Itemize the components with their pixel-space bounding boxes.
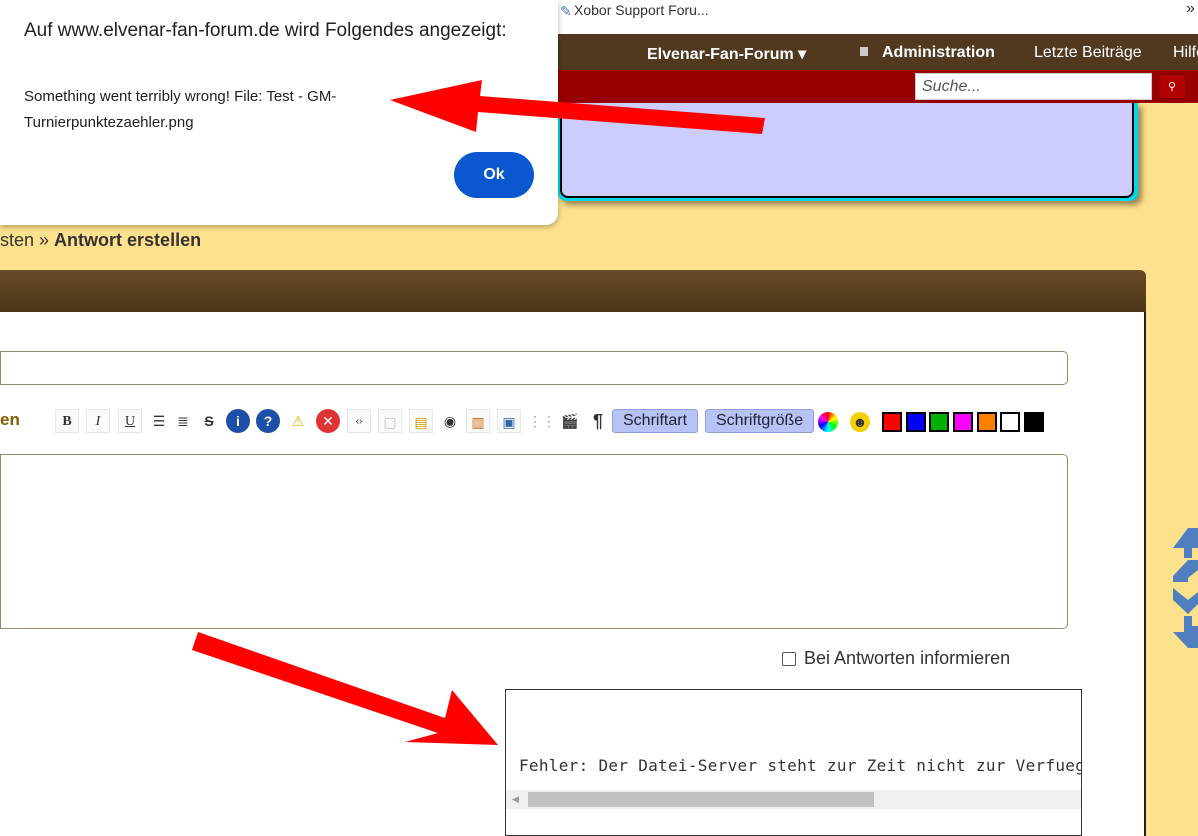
tab-overflow-button[interactable]: » [1186,0,1195,18]
font-size-button[interactable]: Schriftgröße [705,409,815,433]
subject-input[interactable] [0,351,1068,385]
table-icon[interactable]: ⋮⋮ [528,409,556,433]
alert-dialog: Auf www.elvenar-fan-forum.de wird Folgen… [0,0,558,225]
color-swatch-white[interactable] [1000,412,1020,432]
strikethrough-icon[interactable]: S [197,409,221,433]
nav-administration[interactable]: Administration [882,44,995,62]
notify-checkbox[interactable] [782,651,796,666]
panel-header [0,270,1146,312]
breadcrumb-prev[interactable]: sten [0,230,34,250]
notify-checkbox-row[interactable]: Bei Antworten informieren [782,648,1010,669]
color-picker-icon[interactable] [818,412,838,432]
nav-help[interactable]: Hilfe [1173,44,1198,62]
color-swatch-green[interactable] [929,412,949,432]
italic-button[interactable]: I [86,409,110,433]
quote-icon[interactable]: ▢ [378,409,402,433]
paragraph-icon[interactable]: ¶ [586,409,610,433]
header-banner [558,103,1138,201]
message-textarea[interactable] [0,454,1068,629]
upload-frame: Fehler: Der Datei-Server steht zur Zeit … [505,689,1082,836]
horizontal-scrollbar[interactable]: ◀ [506,790,1081,809]
bold-button[interactable]: B [55,409,79,433]
warning-icon[interactable]: ⚠ [286,409,310,433]
smiley-icon[interactable]: ☻ [850,412,870,432]
color-swatch-blue[interactable] [906,412,926,432]
align-icon[interactable]: ≣ [171,409,195,433]
font-button[interactable]: Schriftart [612,409,699,433]
browser-tab-bar: ✎ Xobor Support Foru... » [558,0,1198,34]
ok-button[interactable]: Ok [454,152,534,198]
video-icon[interactable]: 🎬 [558,409,582,433]
scroll-down-icon[interactable] [1173,588,1198,614]
preview-icon[interactable]: ◉ [438,409,462,433]
breadcrumb-current: Antwort erstellen [54,230,202,250]
nav-latest-posts[interactable]: Letzte Beiträge [1034,44,1142,62]
scroll-top-icon[interactable] [1173,528,1198,558]
scrollbar-thumb[interactable] [528,792,874,807]
image-icon[interactable]: ▣ [497,409,521,433]
dialog-title: Auf www.elvenar-fan-forum.de wird Folgen… [24,20,507,41]
toolbar-label: en [0,410,20,429]
attachment-icon[interactable]: ▥ [466,409,490,433]
error-icon[interactable]: ✕ [316,409,340,433]
scroll-bottom-icon[interactable] [1173,616,1198,648]
admin-icon [860,47,868,56]
color-swatch-orange[interactable] [977,412,997,432]
spoiler-icon[interactable]: ▤ [409,409,433,433]
underline-button[interactable]: U [118,409,142,433]
breadcrumb: sten » Antwort erstellen [0,230,201,251]
browser-tab[interactable]: Xobor Support Foru... [574,2,709,18]
tab-favicon-icon: ✎ [560,3,572,19]
color-swatch-red[interactable] [882,412,902,432]
notify-label: Bei Antworten informieren [804,648,1011,668]
dialog-message: Something went terribly wrong! File: Tes… [24,88,337,131]
search-icon: ⚲ [1167,81,1177,93]
question-icon[interactable]: ? [256,409,280,433]
scroll-left-icon[interactable]: ◀ [512,794,519,805]
search-button[interactable]: ⚲ [1158,74,1186,99]
search-input[interactable]: Suche... [915,73,1152,100]
nav-forum[interactable]: Elvenar-Fan-Forum ▾ [647,44,806,64]
code-icon[interactable]: ‹› [347,409,371,433]
list-icon[interactable]: ☰ [147,409,171,433]
scroll-up-icon[interactable] [1173,560,1198,582]
scroll-nav-arrows [1173,528,1198,648]
color-swatch-black[interactable] [1024,412,1044,432]
upload-error-text: Fehler: Der Datei-Server steht zur Zeit … [519,756,1081,775]
main-nav: Elvenar-Fan-Forum ▾ Administration Letzt… [558,34,1198,70]
breadcrumb-separator: » [34,230,55,250]
info-icon[interactable]: i [226,409,250,433]
color-swatch-magenta[interactable] [953,412,973,432]
